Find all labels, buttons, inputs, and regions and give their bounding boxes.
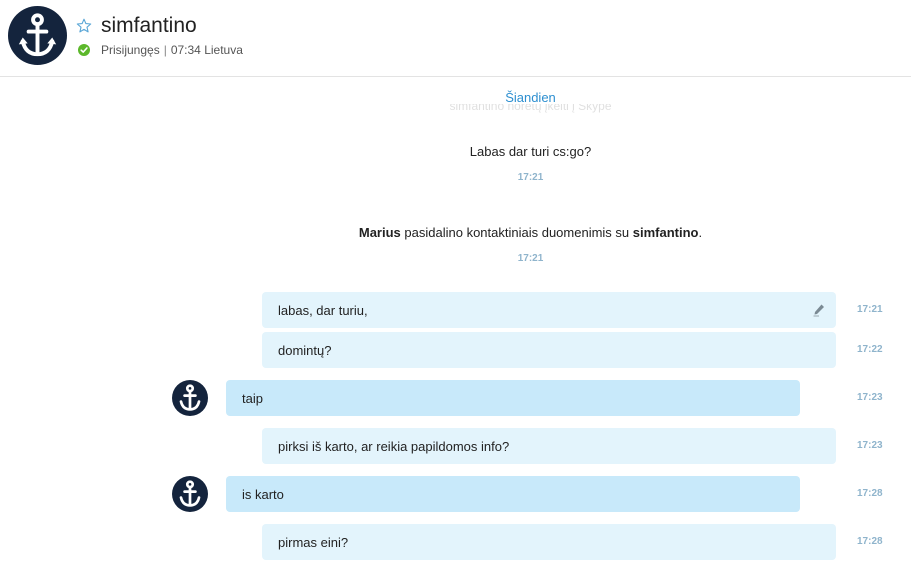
outgoing-message-bubble[interactable]: pirmas eini? <box>262 524 836 560</box>
share-target[interactable]: simfantino <box>633 225 699 240</box>
message-time: 17:22 <box>857 344 883 355</box>
share-text: pasidalino kontaktiniais duomenimis su <box>404 225 630 240</box>
outgoing-message-bubble[interactable]: pirksi iš karto, ar reikia papildomos in… <box>262 428 836 464</box>
message-text: labas, dar turiu, <box>278 302 368 318</box>
anchor-icon <box>179 384 201 411</box>
local-time: 07:34 Lietuva <box>170 43 243 57</box>
status-separator: | <box>163 43 167 57</box>
faded-notice-text: simfantino norėtų įkelti į Skype <box>449 104 612 113</box>
conversation-header: simfantino Prisijungęs | 07:34 Lietuva <box>0 0 911 77</box>
contact-name[interactable]: simfantino <box>101 14 197 38</box>
contact-share-notice: Marius pasidalino kontaktiniais duomenim… <box>0 225 911 240</box>
sender-avatar[interactable] <box>172 476 208 512</box>
edited-pencil-icon <box>812 303 826 317</box>
contact-avatar[interactable] <box>8 6 67 65</box>
online-status-icon <box>78 44 90 56</box>
anchor-icon <box>179 480 201 507</box>
sender-avatar[interactable] <box>172 380 208 416</box>
outgoing-message-bubble[interactable]: domintų? <box>262 332 836 368</box>
star-icon[interactable] <box>76 18 92 34</box>
incoming-message-bubble[interactable]: taip <box>226 380 800 416</box>
date-divider: Šiandien <box>505 90 556 105</box>
share-punct: . <box>698 225 703 240</box>
share-notice-time: 17:21 <box>517 253 544 264</box>
message-text: is karto <box>242 486 284 502</box>
message-time: 17:23 <box>857 392 883 403</box>
message-time: 17:21 <box>857 304 883 315</box>
first-message-time: 17:21 <box>517 172 544 183</box>
share-actor: Marius <box>358 225 401 240</box>
message-text: taip <box>242 390 263 406</box>
first-message-text: Labas dar turi cs:go? <box>469 144 592 159</box>
message-time: 17:23 <box>857 440 883 451</box>
message-time: 17:28 <box>857 536 883 547</box>
faded-notice: simfantino norėtų įkelti į Skype <box>0 104 911 116</box>
message-text: pirksi iš karto, ar reikia papildomos in… <box>278 438 510 454</box>
incoming-message-bubble[interactable]: is karto <box>226 476 800 512</box>
status-line: Prisijungęs | 07:34 Lietuva <box>101 43 243 57</box>
message-text: domintų? <box>278 342 332 358</box>
status-text: Prisijungęs <box>101 43 160 57</box>
message-time: 17:28 <box>857 488 883 499</box>
message-text: pirmas eini? <box>278 534 349 550</box>
outgoing-message-bubble[interactable]: labas, dar turiu, <box>262 292 836 328</box>
anchor-icon <box>18 13 57 57</box>
